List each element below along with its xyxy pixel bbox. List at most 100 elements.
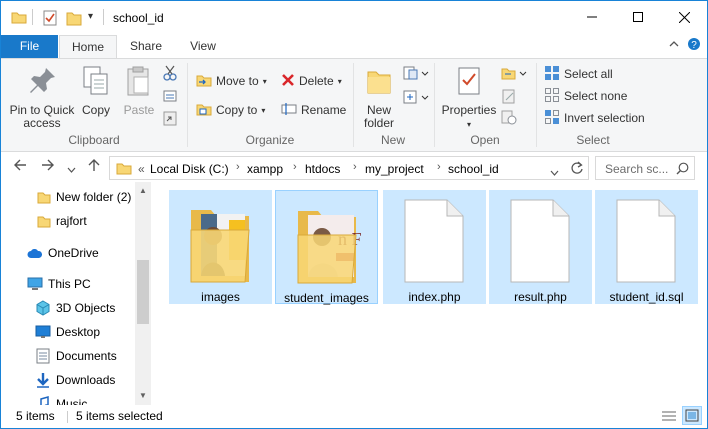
move-to-label: Move to: [216, 74, 259, 88]
large-icons-view-icon[interactable]: [682, 406, 702, 425]
properties-button[interactable]: Properties ▾: [441, 65, 497, 131]
divider: [32, 9, 33, 25]
file-item[interactable]: images: [169, 190, 272, 304]
collapse-ribbon-icon[interactable]: [669, 39, 679, 51]
recent-locations-icon[interactable]: [67, 160, 76, 176]
nav-item-desktop[interactable]: Desktop: [1, 321, 135, 343]
navigation-bar: « Local Disk (C:) › xampp › htdocs › my_…: [1, 152, 707, 182]
easy-access-icon[interactable]: [403, 89, 429, 108]
select-all-button[interactable]: Select all: [544, 64, 613, 84]
rename-icon: [281, 102, 297, 119]
minimize-button[interactable]: [569, 1, 615, 33]
file-item[interactable]: index.php: [383, 190, 486, 304]
select-none-label: Select none: [564, 89, 628, 103]
nav-item-label: Music: [56, 397, 88, 405]
properties-label: Properties: [441, 103, 497, 117]
breadcrumb-item[interactable]: Local Disk (C:): [150, 162, 229, 176]
chevron-right-icon[interactable]: ›: [236, 161, 240, 173]
file-item[interactable]: result.php: [489, 190, 592, 304]
pin-icon: [7, 65, 77, 100]
help-icon[interactable]: ?: [687, 37, 701, 54]
scroll-up-icon[interactable]: ▲: [139, 186, 147, 195]
address-dropdown-icon[interactable]: [550, 165, 559, 179]
file-name: result.php: [514, 290, 567, 304]
scroll-thumb[interactable]: [137, 260, 149, 324]
rename-button[interactable]: Rename: [281, 100, 346, 120]
delete-icon: [281, 73, 295, 90]
breadcrumb-item[interactable]: my_project: [365, 162, 424, 176]
copy-to-icon: [196, 102, 212, 119]
paste-icon: [119, 65, 159, 100]
select-none-icon: [544, 87, 560, 106]
details-view-icon[interactable]: [661, 409, 677, 426]
open-icon[interactable]: [501, 65, 527, 84]
properties-check-icon[interactable]: [43, 10, 57, 29]
window-title: school_id: [113, 11, 164, 25]
breadcrumb-item[interactable]: xampp: [247, 162, 283, 176]
up-arrow-icon[interactable]: [87, 158, 101, 175]
select-all-label: Select all: [564, 67, 613, 81]
chevron-right-icon[interactable]: ›: [353, 161, 357, 173]
divider: [67, 411, 68, 423]
tab-home[interactable]: Home: [59, 35, 117, 59]
edit-icon[interactable]: [501, 88, 517, 107]
breadcrumb-item[interactable]: htdocs: [305, 162, 340, 176]
tab-view[interactable]: View: [181, 35, 225, 58]
new-folder-icon[interactable]: [66, 10, 82, 29]
nav-item-rajfort[interactable]: rajfort: [1, 210, 135, 232]
tab-file[interactable]: File: [1, 35, 58, 58]
copy-button[interactable]: Copy: [77, 65, 115, 117]
nav-item-new-folder-2[interactable]: New folder (2): [1, 186, 135, 208]
move-to-icon: [196, 73, 212, 90]
desktop-icon: [35, 325, 51, 342]
invert-selection-label: Invert selection: [564, 111, 645, 125]
delete-button[interactable]: Delete ▾: [281, 71, 342, 91]
nav-item-3d-objects[interactable]: 3D Objects: [1, 297, 135, 319]
group-label-select: Select: [576, 133, 610, 147]
close-button[interactable]: [661, 1, 707, 33]
back-arrow-icon[interactable]: [13, 158, 27, 175]
address-bar[interactable]: « Local Disk (C:) › xampp › htdocs › my_…: [109, 156, 589, 180]
invert-selection-button[interactable]: Invert selection: [544, 108, 645, 128]
new-item-icon[interactable]: [403, 65, 429, 84]
nav-item-downloads[interactable]: Downloads: [1, 369, 135, 391]
search-input[interactable]: Search sc...: [595, 156, 695, 180]
breadcrumb-overflow[interactable]: «: [138, 162, 145, 176]
copy-to-button[interactable]: Copy to ▾: [196, 100, 265, 120]
file-name: images: [201, 290, 240, 304]
forward-arrow-icon[interactable]: [41, 158, 55, 175]
file-item[interactable]: student_id.sql: [595, 190, 698, 304]
quick-access-dropdown-icon[interactable]: ▾: [88, 11, 93, 22]
pin-to-quick-access-button[interactable]: Pin to Quick access: [7, 65, 77, 130]
copy-path-icon[interactable]: [163, 89, 177, 106]
breadcrumb-item-current[interactable]: school_id: [448, 162, 499, 176]
file-item[interactable]: n F student_images: [275, 190, 378, 305]
refresh-icon[interactable]: [570, 161, 584, 178]
invert-selection-icon: [544, 109, 560, 128]
chevron-right-icon[interactable]: ›: [293, 161, 297, 173]
paste-button[interactable]: Paste: [119, 65, 159, 117]
paste-shortcut-icon[interactable]: [163, 110, 177, 129]
history-icon[interactable]: [501, 109, 517, 128]
properties-dropdown-icon: ▾: [466, 120, 471, 129]
new-folder-icon: [359, 65, 399, 100]
tab-share[interactable]: Share: [123, 35, 169, 58]
new-folder-label-line2: folder: [363, 116, 395, 130]
scroll-down-icon[interactable]: ▼: [139, 391, 147, 400]
new-folder-button[interactable]: New folder: [359, 65, 399, 130]
chevron-right-icon[interactable]: ›: [437, 161, 441, 173]
cut-icon[interactable]: [163, 65, 177, 84]
nav-item-music[interactable]: Music: [1, 393, 135, 405]
item-count: 5 items: [16, 409, 55, 423]
nav-item-documents[interactable]: Documents: [1, 345, 135, 367]
nav-pane-scrollbar[interactable]: ▲ ▼: [135, 182, 151, 405]
nav-item-onedrive[interactable]: OneDrive: [1, 242, 135, 264]
select-none-button[interactable]: Select none: [544, 86, 627, 106]
group-label-new: New: [380, 133, 405, 147]
nav-item-label: OneDrive: [48, 246, 99, 260]
nav-item-this-pc[interactable]: This PC: [1, 273, 135, 295]
folder-with-photo-icon: [190, 210, 250, 283]
maximize-button[interactable]: [615, 1, 661, 33]
move-to-button[interactable]: Move to ▾: [196, 71, 267, 91]
nav-item-label: New folder (2): [56, 190, 132, 204]
